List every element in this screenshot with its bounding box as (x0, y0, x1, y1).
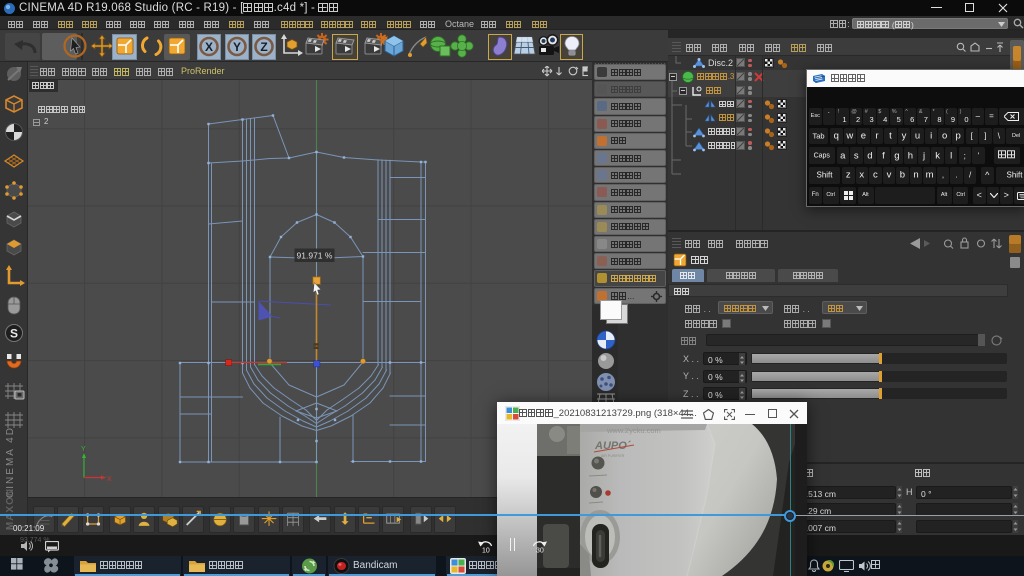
svg-text:10: 10 (482, 548, 490, 554)
svg-text:91.971 %: 91.971 % (297, 251, 333, 261)
svg-text:Y: Y (81, 446, 86, 453)
svg-text:Z: Z (260, 40, 267, 54)
svg-text:S: S (10, 327, 18, 341)
svg-text:www.2ycku.com: www.2ycku.com (606, 426, 661, 435)
svg-text:AIR PURIFIER: AIR PURIFIER (601, 454, 625, 458)
svg-text:30: 30 (536, 548, 544, 554)
svg-text:X: X (205, 40, 213, 54)
svg-text:Y: Y (232, 40, 240, 54)
svg-text:X: X (107, 476, 112, 483)
